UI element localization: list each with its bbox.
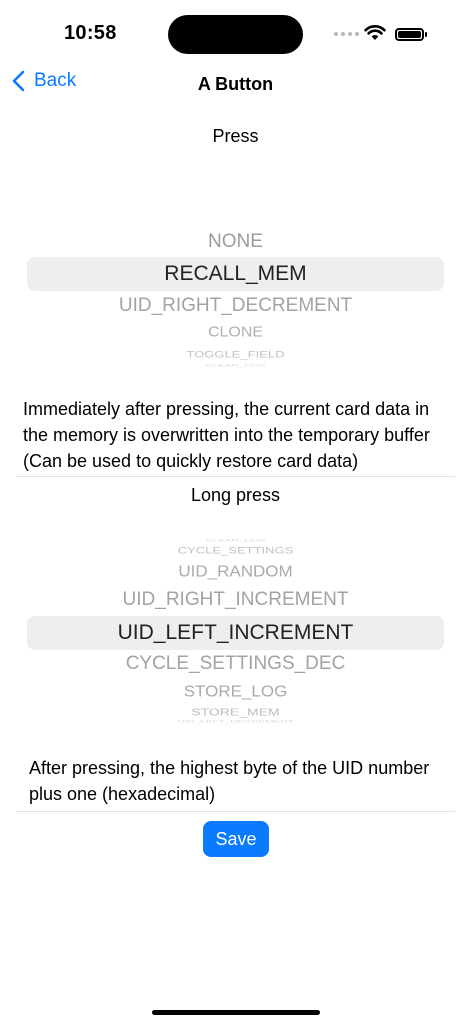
picker-option[interactable]: CLONE	[0, 325, 471, 342]
press-action-picker[interactable]: NONE RECALL_MEM UID_RIGHT_DECREMENT CLON…	[0, 220, 471, 370]
picker-option[interactable]: UID_RIGHT_INCREMENT	[0, 589, 471, 611]
press-section-label: Press	[212, 126, 259, 146]
picker-option[interactable]: STORE_MEM	[0, 706, 471, 717]
status-time: 10:58	[64, 22, 117, 44]
battery-icon	[395, 28, 427, 41]
picker-option[interactable]: NONE	[0, 231, 471, 253]
press-description: Immediately after pressing, the current …	[23, 399, 430, 471]
home-indicator[interactable]	[152, 1010, 320, 1015]
picker-option[interactable]: TOGGLE_FIELD	[0, 349, 471, 360]
divider	[16, 811, 455, 812]
long-press-section-label: Long press	[190, 485, 281, 505]
picker-option-selected[interactable]: UID_LEFT_INCREMENT	[0, 621, 471, 645]
status-bar: 10:58	[0, 0, 471, 60]
navigation-bar: Back A Button	[0, 60, 471, 108]
save-button[interactable]: Save	[203, 821, 269, 857]
page-title: A Button	[197, 74, 274, 94]
picker-option[interactable]: CYCLE_SETTINGS	[0, 545, 471, 556]
dynamic-island	[168, 15, 303, 54]
picker-option[interactable]: CLEAR_LOG	[0, 364, 471, 368]
picker-option[interactable]: UID_LEFT_DECREMENT	[0, 720, 471, 724]
picker-option[interactable]: UID_RANDOM	[0, 563, 471, 581]
wifi-icon	[364, 25, 386, 40]
long-press-action-picker[interactable]: CLEAR_LOG CYCLE_SETTINGS UID_RANDOM UID_…	[0, 530, 471, 730]
picker-option-selected[interactable]: RECALL_MEM	[0, 262, 471, 286]
divider	[16, 476, 455, 477]
picker-option[interactable]: UID_RIGHT_DECREMENT	[0, 295, 471, 317]
cellular-signal-icon	[334, 32, 359, 36]
picker-option[interactable]: STORE_LOG	[0, 683, 471, 701]
picker-option[interactable]: CYCLE_SETTINGS_DEC	[0, 653, 471, 675]
long-press-description: After pressing, the highest byte of the …	[29, 758, 430, 804]
picker-option[interactable]: CLEAR_LOG	[0, 539, 471, 543]
